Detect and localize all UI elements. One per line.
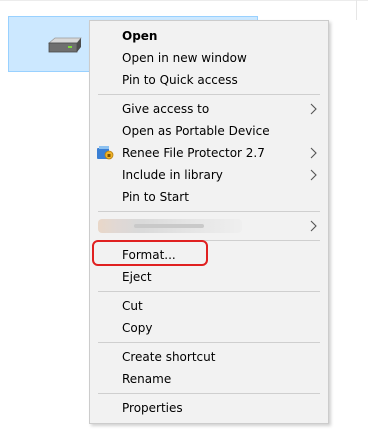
menu-item-label: Renee File Protector 2.7 [122,146,265,160]
menu-item-create-shortcut[interactable]: Create shortcut [90,346,328,368]
desktop-area: Open Open in new window Pin to Quick acc… [0,0,368,439]
menu-item-rename[interactable]: Rename [90,368,328,390]
menu-item-open[interactable]: Open [90,25,328,47]
menu-item-label: Give access to [122,102,210,116]
menu-item-redacted[interactable] [90,215,328,237]
menu-separator [98,393,320,394]
context-menu: Open Open in new window Pin to Quick acc… [89,20,329,424]
menu-item-pin-quick-access[interactable]: Pin to Quick access [90,69,328,91]
menu-item-give-access[interactable]: Give access to [90,98,328,120]
redacted-entry [98,219,242,233]
menu-item-open-portable-device[interactable]: Open as Portable Device [90,120,328,142]
chevron-right-icon [310,169,317,181]
chevron-right-icon [310,103,317,115]
menu-item-label: Include in library [122,168,223,182]
menu-item-label: Pin to Quick access [122,73,238,87]
menu-item-label: Rename [122,372,172,386]
menu-item-label: Cut [122,299,143,313]
menu-item-label: Copy [122,321,153,335]
menu-item-label: Open in new window [122,51,247,65]
renee-file-protector-icon [97,146,114,160]
menu-item-open-new-window[interactable]: Open in new window [90,47,328,69]
hard-drive-icon [47,37,82,53]
menu-item-label: Create shortcut [122,350,216,364]
menu-item-label: Open [122,29,158,43]
menu-item-label: Pin to Start [122,190,189,204]
menu-item-copy[interactable]: Copy [90,317,328,339]
menu-item-properties[interactable]: Properties [90,397,328,419]
menu-item-include-in-library[interactable]: Include in library [90,164,328,186]
window-right-edge [356,0,357,20]
menu-separator [98,211,320,212]
menu-item-label: Properties [122,401,183,415]
chevron-right-icon [310,220,317,232]
menu-item-label: Open as Portable Device [122,124,270,138]
menu-separator [98,342,320,343]
format-highlight-outline [92,240,208,266]
chevron-right-icon [310,147,317,159]
menu-item-pin-to-start[interactable]: Pin to Start [90,186,328,208]
menu-item-eject[interactable]: Eject [90,266,328,288]
menu-item-renee-file-protector[interactable]: Renee File Protector 2.7 [90,142,328,164]
menu-item-label: Eject [122,270,152,284]
menu-separator [98,94,320,95]
menu-item-cut[interactable]: Cut [90,295,328,317]
window-top-edge [0,0,368,1]
menu-separator [98,291,320,292]
